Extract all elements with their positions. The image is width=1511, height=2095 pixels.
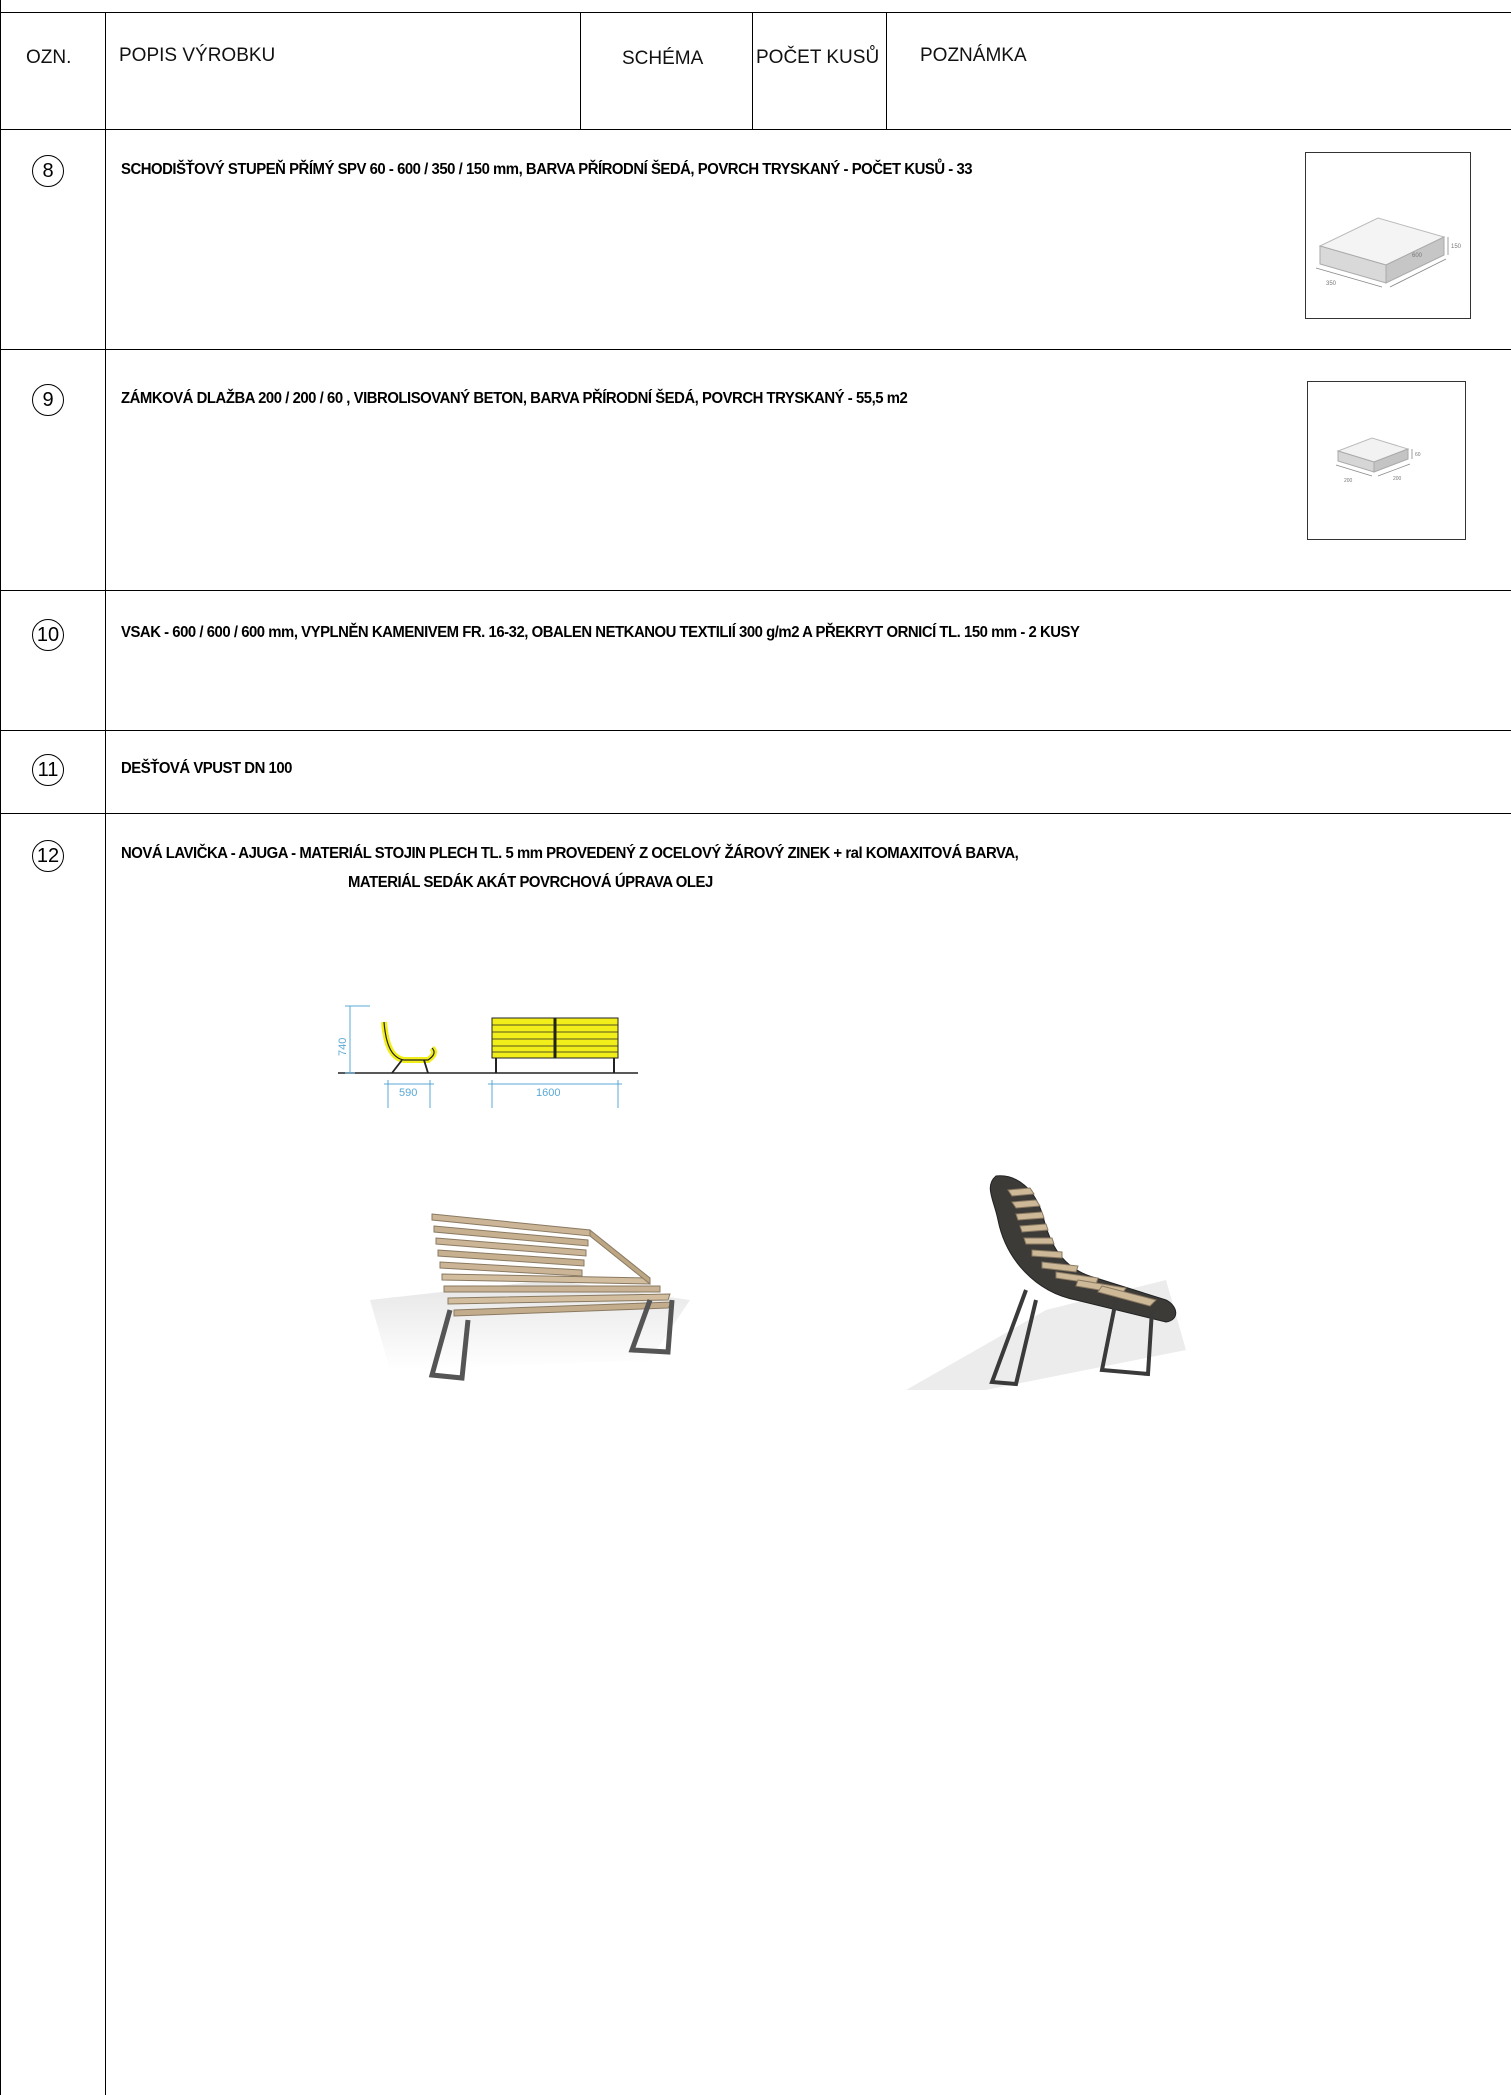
bench-render-side-image (906, 1175, 1186, 1390)
paver-thumbnail: 200 200 60 (1307, 381, 1466, 540)
column-divider (752, 12, 753, 129)
header-poznamka: POZNÁMKA (920, 45, 1027, 66)
depth-label: 590 (399, 1087, 417, 1099)
length-label: 1600 (536, 1087, 560, 1099)
dimension-label: 200 (1393, 476, 1402, 482)
dimension-label: 200 (1344, 478, 1353, 484)
product-table: OZN. POPIS VÝROBKU SCHÉMA POČET KUSŮ POZ… (0, 0, 1511, 2095)
bench-dimension-drawing: 740 590 1600 (337, 1005, 638, 1108)
item-description: ZÁMKOVÁ DLAŽBA 200 / 200 / 60 , VIBROLIS… (121, 390, 908, 407)
item-description-line2: MATERIÁL SEDÁK AKÁT POVRCHOVÁ ÚPRAVA OLE… (348, 874, 713, 891)
row-divider (0, 349, 1511, 350)
row-divider (0, 590, 1511, 591)
table-top-border (0, 12, 1511, 13)
paver-icon: 200 200 60 (1335, 437, 1421, 484)
header-popis: POPIS VÝROBKU (119, 45, 276, 66)
dimension-label: 150 (1451, 244, 1462, 250)
item-number: 8 (32, 155, 64, 187)
row-divider (0, 730, 1511, 731)
bench-render-front-image (370, 1213, 690, 1381)
column-divider (580, 12, 581, 129)
dimension-label: 350 (1326, 281, 1337, 287)
item-number: 12 (32, 840, 64, 872)
item-description: VSAK - 600 / 600 / 600 mm, VYPLNĚN KAMEN… (121, 624, 1080, 641)
column-divider (886, 12, 887, 129)
header-bottom-border (0, 129, 1511, 130)
header-ozn: OZN. (26, 47, 72, 68)
dimension-label: 600 (1412, 253, 1423, 259)
step-block-icon: 350 600 150 (1315, 217, 1462, 288)
step-block-thumbnail: 350 600 150 (1305, 152, 1471, 319)
height-label: 740 (337, 1038, 349, 1056)
item-description: NOVÁ LAVIČKA - AJUGA - MATERIÁL STOJIN P… (121, 845, 1019, 862)
item-description: DEŠŤOVÁ VPUST DN 100 (121, 760, 292, 777)
item-number: 9 (32, 384, 64, 416)
row-divider (0, 813, 1511, 814)
header-pocet-kusu: POČET KUSŮ (756, 47, 880, 68)
table-left-border (0, 0, 1, 2095)
item-description: SCHODIŠŤOVÝ STUPEŇ PŘÍMÝ SPV 60 - 600 / … (121, 161, 973, 178)
column-divider (105, 12, 106, 2095)
item-number: 11 (32, 754, 64, 786)
item-number: 10 (32, 619, 64, 651)
header-schema: SCHÉMA (622, 48, 704, 69)
dimension-label: 60 (1415, 452, 1421, 458)
bench-side-seat (381, 1021, 438, 1063)
